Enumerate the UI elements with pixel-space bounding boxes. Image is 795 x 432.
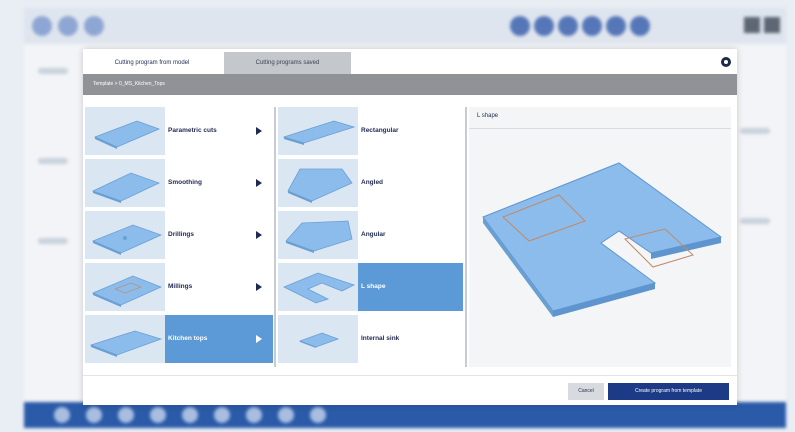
category-label: Drillings <box>168 231 195 238</box>
category-item-parametric-cuts[interactable]: Parametric cuts <box>85 107 273 157</box>
create-program-button[interactable]: Create program from template <box>608 383 729 400</box>
background-icon <box>558 16 578 36</box>
cutting-program-dialog: Cutting program from model Cutting progr… <box>83 49 737 405</box>
close-icon[interactable] <box>721 57 731 67</box>
background-minimize-icon <box>744 17 760 33</box>
column-divider <box>274 107 276 367</box>
arrow-right-icon <box>256 179 262 187</box>
background-icon <box>150 407 166 423</box>
column-divider <box>465 107 467 367</box>
background-icon <box>606 16 626 36</box>
category-item-millings[interactable]: Millings <box>85 263 273 313</box>
background-icon <box>534 16 554 36</box>
template-preview: L shape <box>469 107 731 367</box>
category-label: Millings <box>168 283 193 290</box>
l-shape-thumbnail <box>278 263 358 311</box>
background-icon <box>182 407 198 423</box>
template-label: Rectangular <box>361 127 399 134</box>
cancel-button[interactable]: Cancel <box>568 383 604 400</box>
preview-divider <box>469 128 731 129</box>
arrow-right-icon <box>256 127 262 135</box>
breadcrumb: Template > 0_MS_Kitchen_Tops <box>83 74 737 95</box>
internal-sink-thumbnail <box>278 315 358 363</box>
category-item-kitchen-tops[interactable]: Kitchen tops <box>85 315 273 365</box>
background-text <box>38 238 68 244</box>
category-label: Smoothing <box>168 179 202 186</box>
millings-thumbnail <box>85 263 165 311</box>
arrow-right-icon <box>256 335 262 343</box>
background-icon <box>246 407 262 423</box>
category-list: Parametric cuts Smoothing Drillings Mill… <box>85 107 273 367</box>
category-item-drillings[interactable]: Drillings <box>85 211 273 261</box>
background-icon <box>58 16 78 36</box>
background-icon <box>214 407 230 423</box>
background-taskbar <box>24 402 786 428</box>
template-item-rectangular[interactable]: Rectangular <box>278 107 463 157</box>
background-icon <box>310 407 326 423</box>
background-text <box>740 128 770 134</box>
dialog-footer: Cancel Create program from template <box>83 375 737 405</box>
template-list: Rectangular Angled Angular L shape Inter… <box>278 107 463 367</box>
angular-thumbnail <box>278 211 358 259</box>
background-text <box>740 218 770 224</box>
background-icon <box>582 16 602 36</box>
background-icon <box>510 16 530 36</box>
tab-cutting-program-from-model[interactable]: Cutting program from model <box>85 52 219 74</box>
template-item-l-shape[interactable]: L shape <box>278 263 463 313</box>
background-icon <box>278 407 294 423</box>
category-label: Parametric cuts <box>168 127 217 134</box>
template-label: L shape <box>361 283 386 290</box>
arrow-right-icon <box>256 283 262 291</box>
template-item-angled[interactable]: Angled <box>278 159 463 209</box>
background-text <box>38 158 68 164</box>
angled-thumbnail <box>278 159 358 207</box>
template-label: Internal sink <box>361 335 400 342</box>
background-icon <box>86 407 102 423</box>
l-shape-preview-image <box>482 162 723 317</box>
background-text <box>38 68 68 74</box>
background-icon <box>84 16 104 36</box>
background-icon <box>54 407 70 423</box>
kitchen-tops-thumbnail <box>85 315 165 363</box>
background-icon <box>118 407 134 423</box>
parametric-cuts-thumbnail <box>85 107 165 155</box>
template-label: Angled <box>361 179 384 186</box>
rectangular-thumbnail <box>278 107 358 155</box>
drillings-thumbnail <box>85 211 165 259</box>
background-icon <box>32 16 52 36</box>
arrow-right-icon <box>256 231 262 239</box>
category-item-smoothing[interactable]: Smoothing <box>85 159 273 209</box>
background-icon <box>630 16 650 36</box>
template-item-angular[interactable]: Angular <box>278 211 463 261</box>
template-item-internal-sink[interactable]: Internal sink <box>278 315 463 365</box>
tab-cutting-programs-saved[interactable]: Cutting programs saved <box>224 52 351 74</box>
template-label: Angular <box>361 231 386 238</box>
category-label: Kitchen tops <box>168 335 208 342</box>
background-toolbar <box>24 8 786 44</box>
smoothing-thumbnail <box>85 159 165 207</box>
background-close-icon <box>764 17 780 33</box>
preview-title: L shape <box>477 113 499 119</box>
dialog-tabs: Cutting program from model Cutting progr… <box>83 49 737 74</box>
